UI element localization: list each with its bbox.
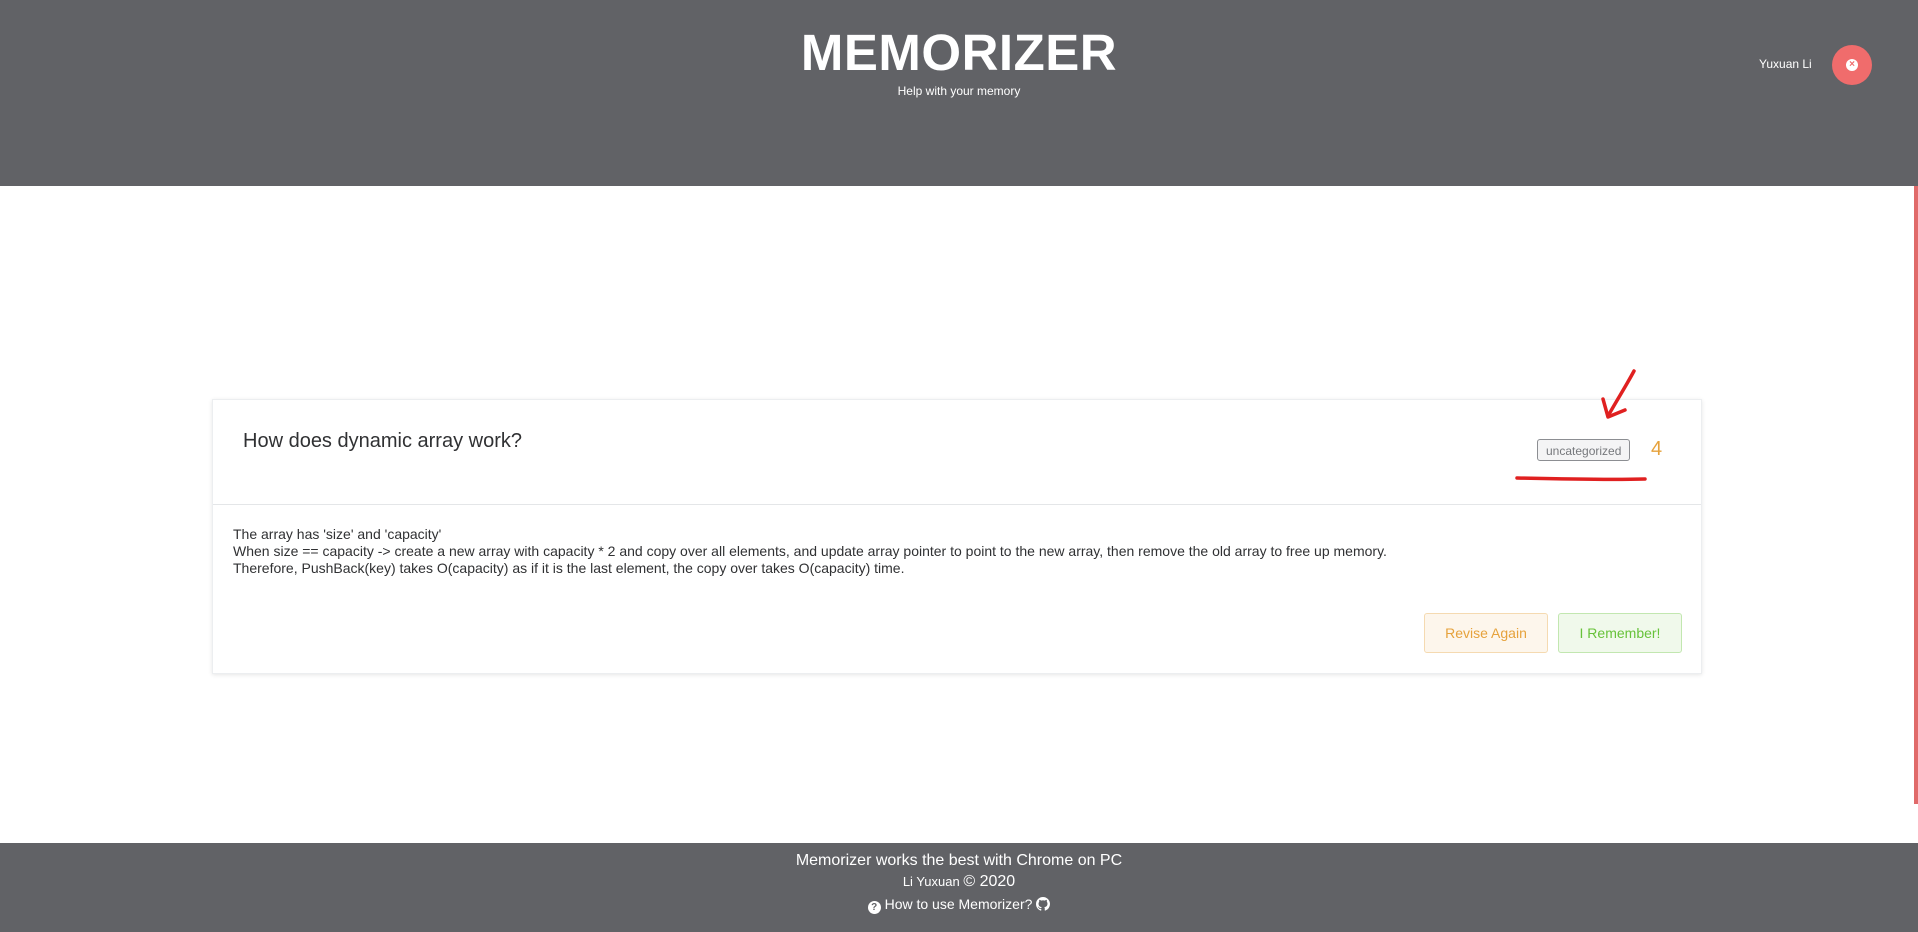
copyright: © 2020 — [963, 873, 1016, 890]
category-tag: uncategorized — [1537, 439, 1631, 461]
i-remember-button[interactable]: I Remember! — [1558, 613, 1682, 653]
brand: MEMORIZER Help with your memory — [0, 24, 1918, 98]
app-title: MEMORIZER — [800, 24, 1118, 81]
user-name: Yuxuan Li — [1759, 57, 1812, 71]
app-subtitle: Help with your memory — [897, 84, 1021, 98]
author-name: Li Yuxuan — [902, 874, 960, 889]
logout-button[interactable]: × — [1832, 45, 1872, 85]
answer-line: The array has 'size' and 'capacity' — [233, 526, 442, 542]
review-count: 4 — [1651, 438, 1663, 460]
app-header: MEMORIZER Help with your memory Yuxuan L… — [0, 0, 1918, 186]
question-text: How does dynamic array work? — [243, 430, 522, 452]
close-circle-icon: × — [1846, 59, 1858, 71]
credits: Li Yuxuan © 2020 — [0, 873, 1918, 891]
answer-line: Therefore, PushBack(key) takes O(capacit… — [233, 560, 905, 576]
app-footer: Memorizer works the best with Chrome on … — [0, 843, 1918, 932]
question-circle-icon: ? — [867, 901, 881, 914]
scrollbar[interactable] — [1914, 186, 1918, 804]
github-icon[interactable] — [1036, 897, 1051, 911]
help-link[interactable]: How to use Memorizer? — [885, 896, 1033, 912]
flashcard: How does dynamic array work? uncategoriz… — [212, 399, 1702, 674]
flashcard-header: How does dynamic array work? uncategoriz… — [213, 400, 1701, 505]
answer-text: The array has 'size' and 'capacity' When… — [233, 526, 1433, 577]
browser-note: Memorizer works the best with Chrome on … — [795, 852, 1123, 869]
revise-again-button[interactable]: Revise Again — [1424, 613, 1548, 653]
help-row: ? How to use Memorizer? — [0, 896, 1918, 914]
answer-line: When size == capacity -> create a new ar… — [233, 543, 1387, 559]
